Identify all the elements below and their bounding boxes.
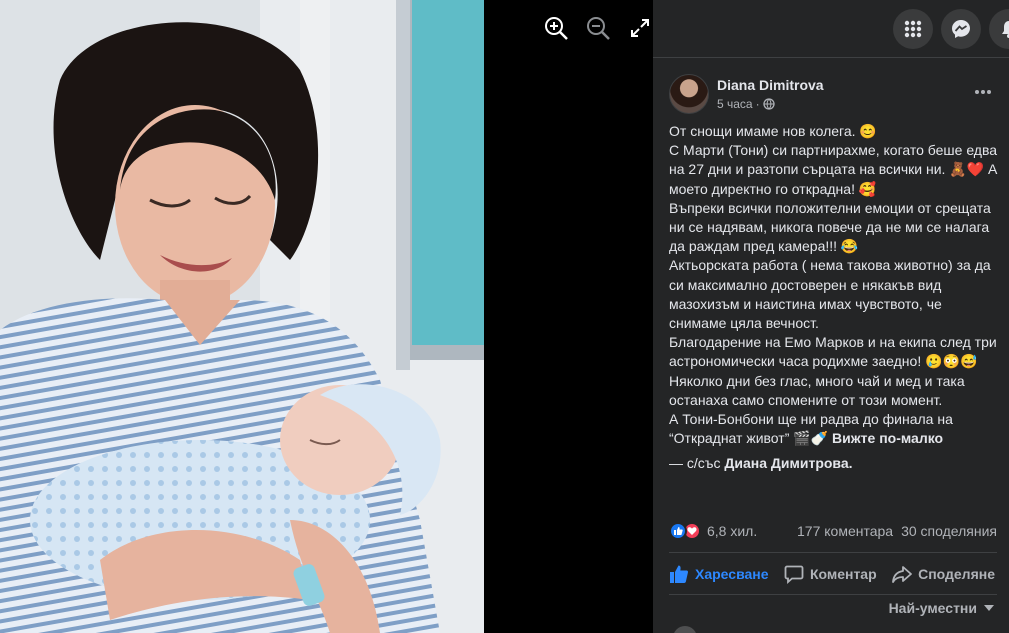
fullscreen-button[interactable] <box>624 12 653 44</box>
tagged-with: — с/със Диана Димитрова. <box>669 454 999 473</box>
thumbs-up-icon <box>670 565 689 583</box>
more-options-icon <box>975 90 991 94</box>
share-label: Споделяне <box>918 566 995 582</box>
post-actions: Харесване Коментар Споделяне <box>665 556 999 592</box>
photo-viewer <box>0 0 653 633</box>
menu-grid-icon <box>904 20 922 38</box>
post-header: Diana Dimitrova 5 часа · <box>669 74 997 118</box>
messenger-icon <box>952 20 970 38</box>
post-line: От снощи имаме нов колега. 😊 <box>669 123 877 139</box>
like-reaction-icon <box>669 522 687 540</box>
post-line: Актьорската работа ( нема такова животно… <box>669 257 991 332</box>
shares-count-link[interactable]: 30 споделяния <box>901 523 997 539</box>
comment-avatar <box>673 626 697 633</box>
post-line: Въпреки всички положителни емоции от сре… <box>669 199 991 255</box>
author-avatar[interactable] <box>669 74 709 114</box>
reaction-count: 6,8 хил. <box>707 523 758 539</box>
sort-label: Най-уместни <box>888 600 977 616</box>
meta-separator: · <box>755 97 760 111</box>
post-text: От снощи имаме нов колега. 😊 С Марти (То… <box>669 122 999 474</box>
with-prefix: — с/със <box>669 455 721 472</box>
zoom-out-icon <box>587 17 610 40</box>
zoom-in-button[interactable] <box>540 12 572 44</box>
post-stats: 6,8 хил. 177 коментара 30 споделяния <box>669 522 997 544</box>
menu-button[interactable] <box>893 9 933 49</box>
author-name[interactable]: Diana Dimitrova <box>717 77 824 93</box>
divider <box>669 552 997 553</box>
notifications-button[interactable] <box>989 9 1009 49</box>
comment-icon <box>784 565 804 584</box>
like-button[interactable]: Харесване <box>665 560 773 588</box>
top-bar <box>653 0 1009 58</box>
post-line: Благодарение на Емо Марков и на екипа сл… <box>669 334 997 370</box>
comment-sort-dropdown[interactable]: Най-уместни <box>889 600 995 616</box>
reactions-summary[interactable]: 6,8 хил. <box>669 522 757 540</box>
comment-label: Коментар <box>809 566 877 582</box>
post-line: С Марти (Тони) си партнирахме, когато бе… <box>669 142 998 197</box>
share-button[interactable]: Споделяне <box>888 560 999 588</box>
post-side-panel: Diana Dimitrova 5 часа · От снощи имаме … <box>653 0 1009 633</box>
messenger-button[interactable] <box>941 9 981 49</box>
post-line-last: А Тони-Бонбони ще ни радва до финала на … <box>669 410 999 448</box>
globe-icon <box>762 98 775 110</box>
post-time[interactable]: 5 часа <box>717 97 753 111</box>
divider <box>669 594 997 595</box>
zoom-in-icon <box>545 17 568 40</box>
share-icon <box>892 566 912 583</box>
zoom-out-button[interactable] <box>582 12 614 44</box>
post-options-button[interactable] <box>969 82 997 102</box>
post-line: Няколко дни без глас, много чай и мед и … <box>669 372 965 408</box>
chevron-down-icon <box>984 605 994 611</box>
like-label: Харесване <box>695 566 769 582</box>
post-meta: 5 часа · <box>717 97 775 111</box>
fullscreen-icon <box>631 19 649 37</box>
comment-button[interactable]: Коментар <box>780 560 881 588</box>
notifications-icon <box>1002 21 1009 38</box>
comments-count-link[interactable]: 177 коментара <box>797 523 893 539</box>
tagged-person-link[interactable]: Диана Димитрова. <box>724 455 852 471</box>
see-less-link[interactable]: Вижте по-малко <box>832 430 943 446</box>
post-photo[interactable] <box>0 0 484 633</box>
